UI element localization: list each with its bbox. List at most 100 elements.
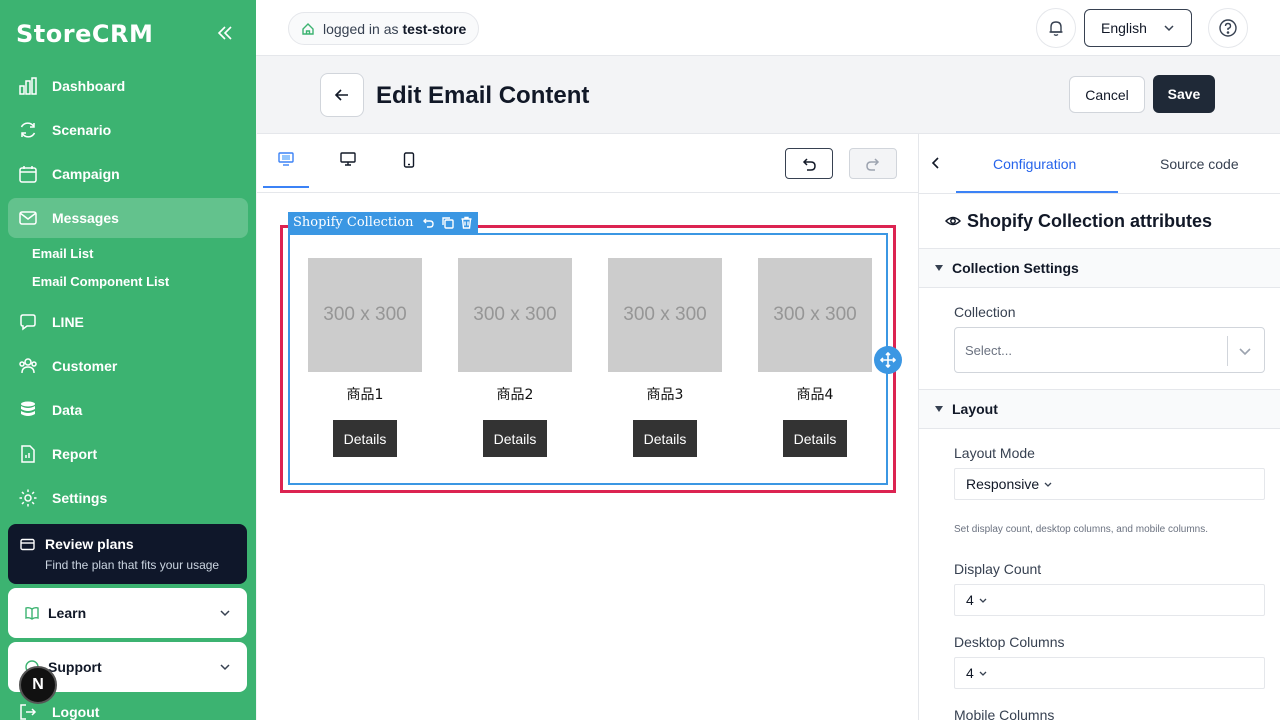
layout-mode-value: Responsive — [966, 476, 1040, 492]
sidebar-item-label: LINE — [52, 314, 84, 330]
book-icon — [24, 605, 40, 621]
chevron-left-icon[interactable] — [931, 156, 941, 170]
collection-settings-section[interactable]: Collection Settings — [919, 248, 1280, 288]
sidebar-item-label: Campaign — [52, 166, 120, 182]
brand-logo: StoreCRM — [16, 20, 154, 48]
sidebar-item-data[interactable]: Data — [8, 390, 248, 430]
support-label: Support — [48, 659, 102, 675]
collection-select[interactable]: Select... — [954, 327, 1265, 373]
attributes-heading: Shopify Collection attributes — [919, 194, 1280, 248]
details-button[interactable]: Details — [633, 420, 697, 457]
details-button[interactable]: Details — [333, 420, 397, 457]
section-title: Layout — [952, 401, 998, 417]
panel-tabs: Configuration Source code — [919, 134, 1280, 194]
database-icon — [18, 400, 38, 420]
product-card[interactable]: 300 x 300 商品3 Details — [608, 258, 722, 457]
block-delete-icon[interactable] — [460, 216, 473, 229]
attributes-title: Shopify Collection attributes — [967, 210, 1213, 231]
caret-down-icon — [935, 265, 943, 271]
section-title: Collection Settings — [952, 260, 1079, 276]
redo-button[interactable] — [849, 148, 897, 179]
sidebar-item-scenario[interactable]: Scenario — [8, 110, 248, 150]
back-button[interactable] — [320, 73, 364, 117]
device-toolbar — [257, 134, 918, 193]
chevron-down-icon — [1238, 344, 1252, 358]
mail-icon — [18, 208, 38, 228]
product-card[interactable]: 300 x 300 商品2 Details — [458, 258, 572, 457]
block-type-label: Shopify Collection — [293, 215, 414, 230]
language-select[interactable]: English — [1084, 9, 1192, 47]
desktop-columns-value: 4 — [966, 665, 974, 681]
chevron-down-icon — [219, 661, 231, 673]
block-undo-icon[interactable] — [422, 216, 435, 229]
review-plans-subtitle: Find the plan that fits your usage — [45, 558, 220, 572]
sidebar-item-report[interactable]: Report — [8, 434, 248, 474]
display-count-value: 4 — [966, 592, 974, 608]
product-image-placeholder: 300 x 300 — [308, 258, 422, 372]
sidebar-item-customer[interactable]: Customer — [8, 346, 248, 386]
device-responsive-button[interactable] — [263, 152, 309, 188]
learn-section[interactable]: Learn — [8, 588, 247, 638]
calendar-icon — [18, 164, 38, 184]
sidebar-subitem-email-component-list[interactable]: Email Component List — [32, 268, 248, 296]
question-icon — [1218, 18, 1238, 38]
redo-icon — [865, 157, 881, 171]
login-status-chip: logged in as test-store — [288, 12, 480, 45]
layout-hint: Set display count, desktop columns, and … — [954, 524, 1209, 535]
details-button[interactable]: Details — [783, 420, 847, 457]
undo-icon — [801, 157, 817, 171]
logout-link[interactable]: Logout — [18, 702, 99, 720]
topbar: logged in as test-store English — [256, 0, 1280, 56]
tab-configuration[interactable]: Configuration — [993, 156, 1076, 172]
bar-chart-icon — [18, 76, 38, 96]
arrow-left-icon — [334, 87, 350, 103]
cancel-button[interactable]: Cancel — [1069, 76, 1145, 113]
help-button[interactable] — [1208, 8, 1248, 48]
device-mobile-button[interactable] — [386, 152, 432, 188]
product-card[interactable]: 300 x 300 商品1 Details — [308, 258, 422, 457]
undo-button[interactable] — [785, 148, 833, 179]
sidebar-item-campaign[interactable]: Campaign — [8, 154, 248, 194]
sidebar-item-label: Dashboard — [52, 78, 126, 94]
review-plans-card[interactable]: Review plans Find the plan that fits you… — [8, 524, 247, 584]
product-image-placeholder: 300 x 300 — [458, 258, 572, 372]
avatar[interactable]: N — [19, 666, 57, 704]
save-button[interactable]: Save — [1153, 75, 1215, 113]
product-name: 商品2 — [496, 387, 534, 403]
logout-label: Logout — [52, 704, 100, 720]
page-title: Edit Email Content — [376, 82, 590, 109]
block-copy-icon[interactable] — [441, 216, 454, 229]
notifications-button[interactable] — [1036, 8, 1076, 48]
display-count-select[interactable]: 4 — [954, 584, 1265, 616]
layout-section[interactable]: Layout — [919, 389, 1280, 429]
collapse-sidebar-icon[interactable] — [216, 24, 234, 42]
config-panel: Configuration Source code Shopify Collec… — [918, 133, 1280, 720]
shopify-collection-block[interactable]: 300 x 300 商品1 Details 300 x 300 商品2 Deta… — [288, 233, 888, 485]
store-name: test-store — [402, 20, 467, 37]
bell-icon — [1047, 19, 1065, 37]
sidebar-item-dashboard[interactable]: Dashboard — [8, 66, 248, 106]
review-plans-title: Review plans — [45, 536, 134, 552]
product-image-placeholder: 300 x 300 — [608, 258, 722, 372]
sidebar-subitem-email-list[interactable]: Email List — [32, 240, 248, 268]
users-icon — [18, 356, 38, 376]
sidebar-item-settings[interactable]: Settings — [8, 478, 248, 518]
sidebar-item-label: Report — [52, 446, 98, 462]
messages-subnav: Email List Email Component List — [8, 240, 248, 296]
collection-placeholder: Select... — [965, 342, 1012, 358]
device-desktop-button[interactable] — [325, 152, 371, 188]
product-card[interactable]: 300 x 300 商品4 Details — [758, 258, 872, 457]
details-button[interactable]: Details — [483, 420, 547, 457]
gear-icon — [18, 488, 38, 508]
product-name: 商品1 — [346, 387, 384, 403]
layout-mode-select[interactable]: Responsive — [954, 468, 1265, 500]
sidebar-item-messages[interactable]: Messages — [8, 198, 248, 238]
sidebar-item-label: Messages — [52, 210, 119, 226]
sidebar-item-label: Scenario — [52, 122, 112, 138]
move-handle-icon[interactable] — [874, 346, 902, 374]
sidebar-item-line[interactable]: LINE — [8, 302, 248, 342]
chevron-down-icon — [974, 595, 988, 605]
report-icon — [18, 444, 38, 464]
tab-source-code[interactable]: Source code — [1160, 156, 1239, 172]
desktop-columns-select[interactable]: 4 — [954, 657, 1265, 689]
